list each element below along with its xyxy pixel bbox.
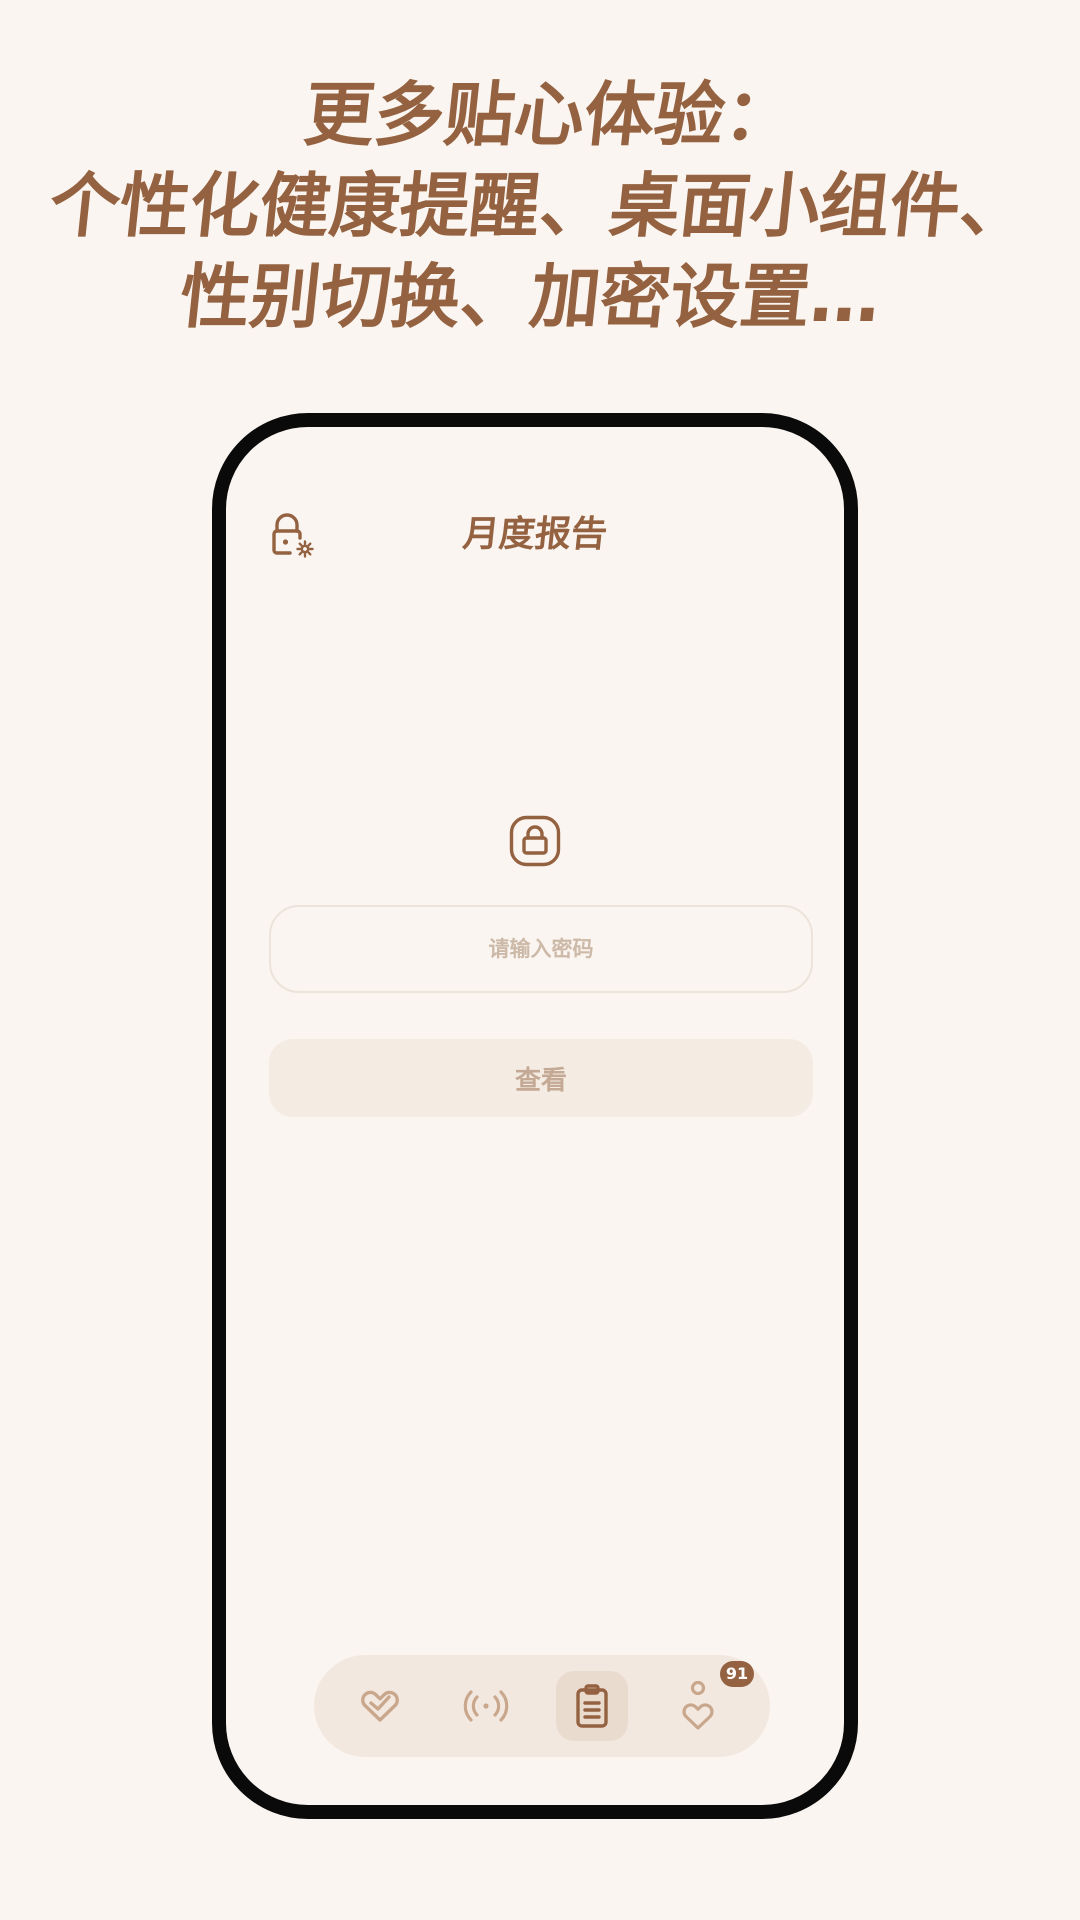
bottom-tab-bar: 91 — [314, 1655, 770, 1757]
phone-frame: 月度报告 查看 91 — [212, 413, 858, 1819]
broadcast-icon — [463, 1690, 509, 1722]
notification-badge: 91 — [720, 1661, 754, 1687]
view-button[interactable]: 查看 — [269, 1039, 813, 1117]
heart-check-icon — [361, 1690, 399, 1722]
lock-icon — [509, 815, 561, 867]
tab-broadcast[interactable] — [450, 1671, 522, 1741]
promo-headline: 更多贴心体验： 个性化健康提醒、桌面小组件、 性别切换、加密设置… — [0, 70, 1080, 343]
headline-line-1: 更多贴心体验： — [300, 74, 799, 156]
person-heart-icon — [682, 1680, 714, 1730]
headline-line-2: 个性化健康提醒、桌面小组件、 — [45, 165, 1035, 247]
password-input[interactable] — [269, 905, 813, 993]
page-title: 月度报告 — [460, 514, 610, 555]
headline-line-3: 性别切换、加密设置… — [176, 256, 885, 338]
tab-heart[interactable] — [344, 1671, 416, 1741]
clipboard-icon — [576, 1684, 608, 1728]
tab-report[interactable] — [556, 1671, 628, 1741]
